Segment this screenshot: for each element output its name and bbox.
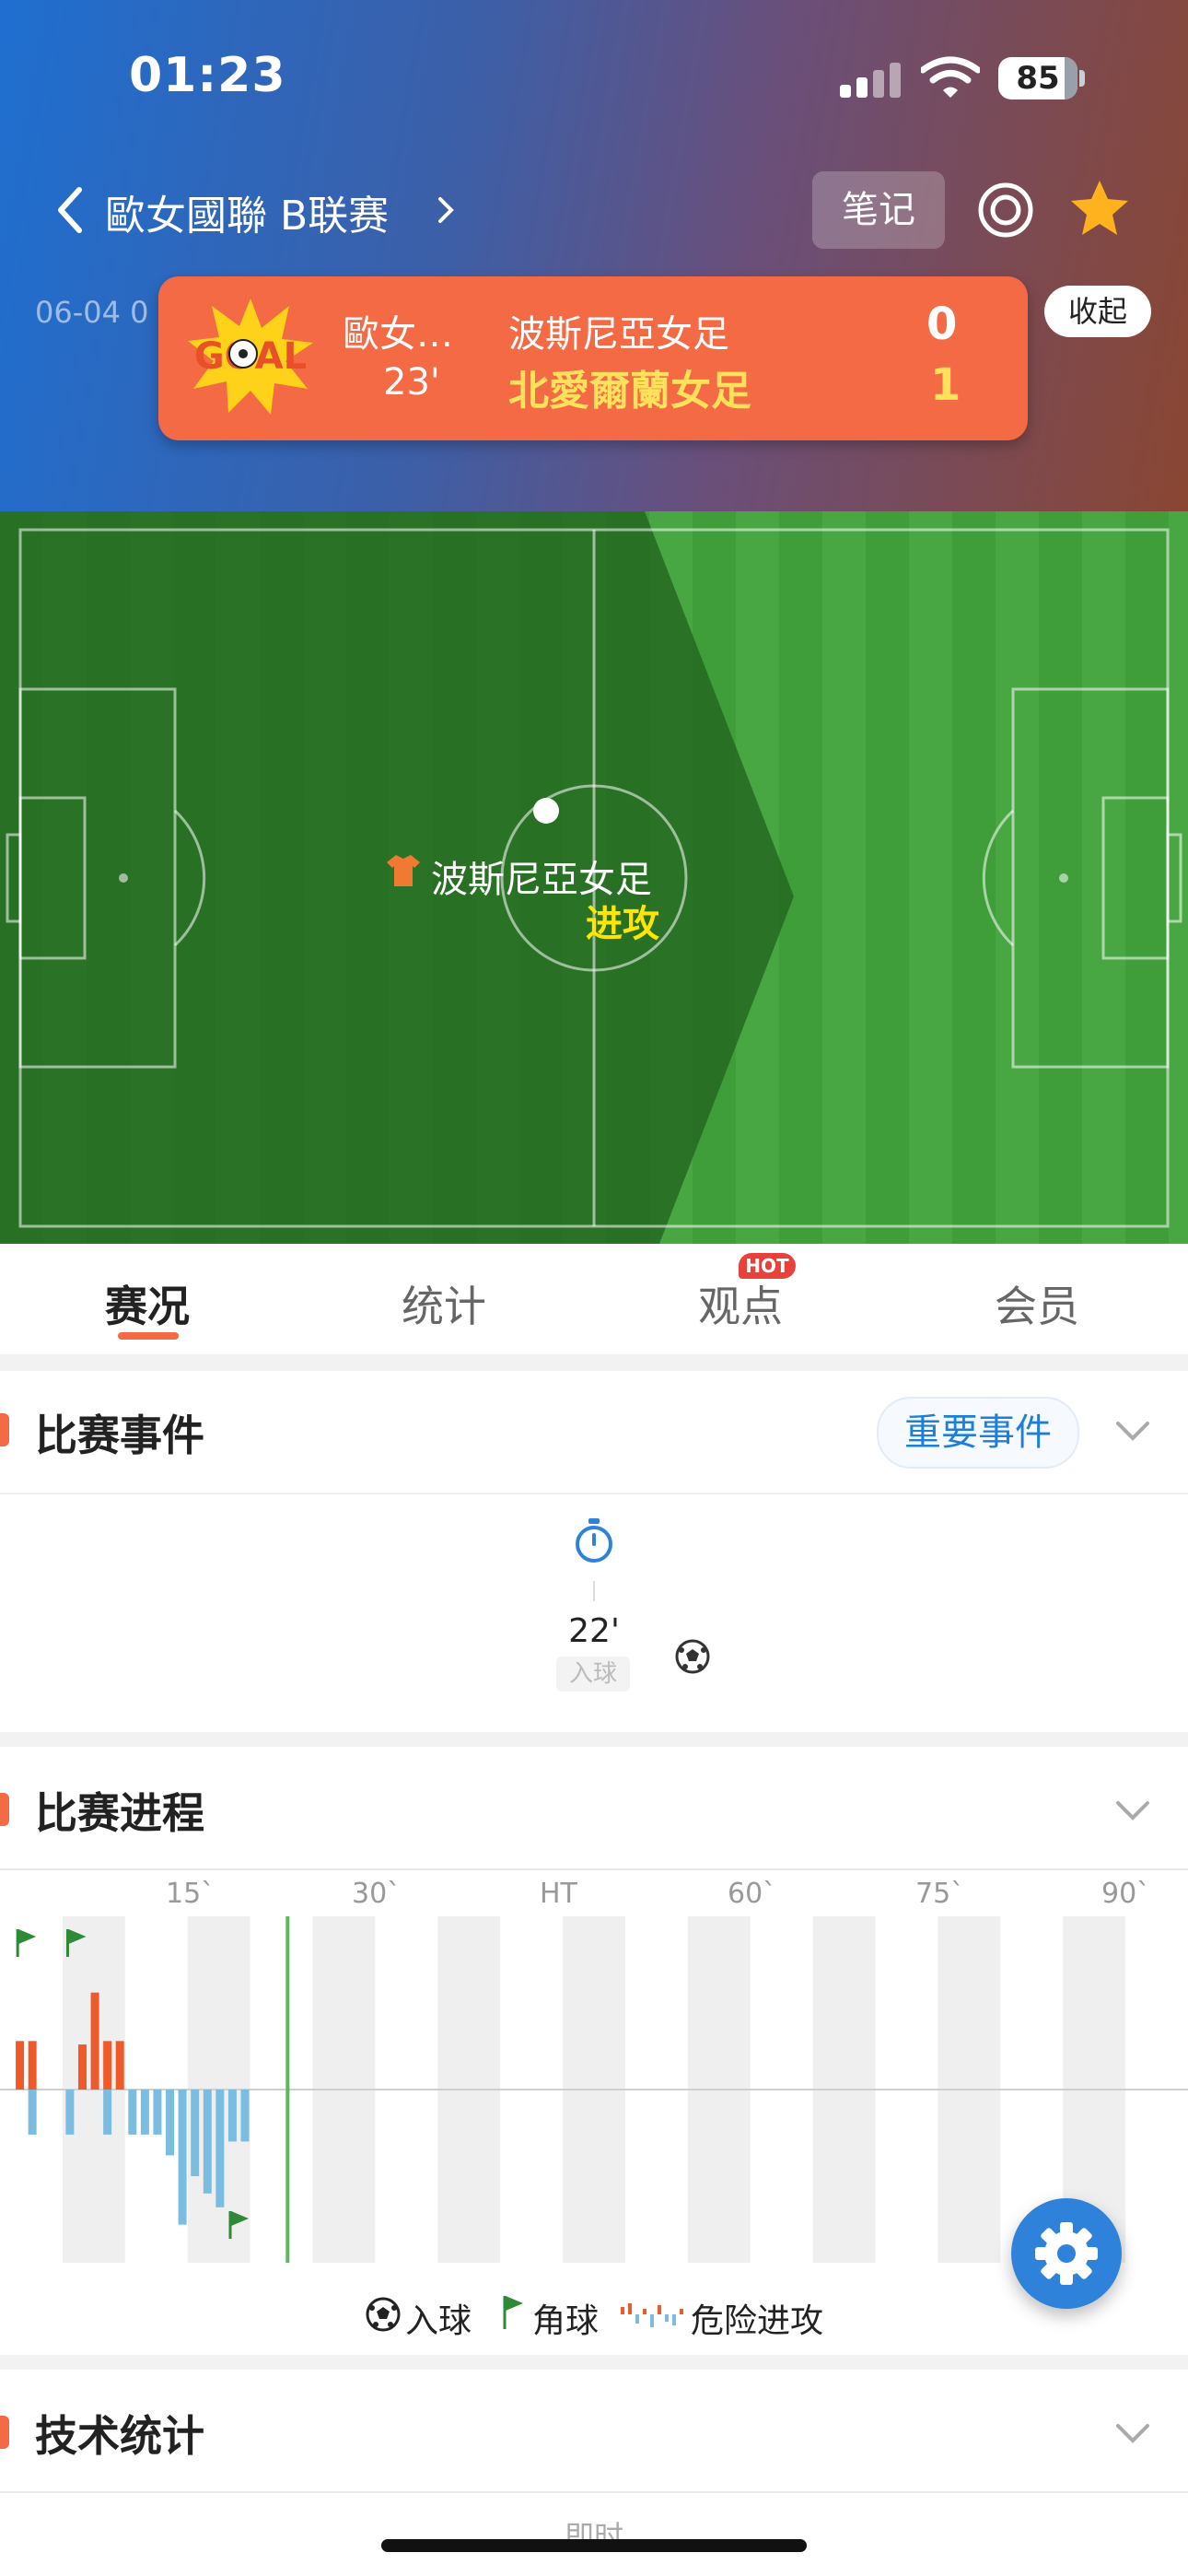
tick-label: 15`: [166, 1878, 215, 1910]
corner-flag-icon: [503, 2296, 523, 2329]
toast-away-team: 北愛爾蘭女足: [508, 368, 751, 415]
battery-indicator: 85: [998, 57, 1077, 100]
signal-icon: [840, 61, 903, 98]
notes-button[interactable]: 笔记: [812, 171, 945, 249]
target-icon[interactable]: [976, 181, 1035, 240]
tech-title: 技术统计: [35, 2411, 204, 2461]
goal-ball-icon: [675, 1639, 710, 1674]
battery-level: 85: [1016, 60, 1060, 97]
tab-active-indicator: [118, 1332, 179, 1340]
home-attack-bar: [28, 2041, 37, 2090]
match-momentum-chart: [0, 1916, 1188, 2263]
legend-danger: 危险进攻: [691, 2302, 824, 2340]
tab-stats[interactable]: 统计: [352, 1273, 536, 1334]
events-title: 比赛事件: [35, 1411, 204, 1460]
favorite-star-icon[interactable]: [1068, 177, 1131, 240]
settings-button[interactable]: [1011, 2198, 1122, 2309]
away-attack-bar: [191, 2090, 200, 2176]
divider: [0, 1868, 1188, 1870]
away-attack-bar: [240, 2090, 250, 2142]
chevron-down-icon[interactable]: [1114, 2421, 1151, 2445]
ball-marker: [533, 798, 559, 824]
away-attack-bar: [103, 2090, 112, 2135]
attack-status: 进攻: [586, 903, 659, 945]
goal-ball-icon: [366, 2297, 401, 2332]
chevron-right-icon[interactable]: [433, 192, 459, 228]
toast-home-team: 波斯尼亞女足: [508, 313, 729, 356]
events-section: 比赛事件 重要事件 22' 入球: [0, 1371, 1188, 1732]
important-events-toggle[interactable]: 重要事件: [877, 1397, 1079, 1469]
section-marker: [0, 1793, 9, 1826]
home-indicator: [381, 2539, 807, 2552]
status-time: 01:23: [129, 48, 286, 103]
away-attack-bar: [153, 2090, 162, 2135]
progress-section: 比赛进程 15` 30` HT 60` 75` 90` 入球 角球 危险进攻: [0, 1747, 1188, 2355]
tick-label: 30`: [352, 1878, 402, 1910]
legend-corner: 角球: [532, 2302, 600, 2340]
chevron-down-icon[interactable]: [1114, 1419, 1151, 1443]
away-attack-bar: [215, 2090, 225, 2207]
back-chevron-icon[interactable]: [52, 184, 88, 236]
home-corner-flag: [18, 1929, 37, 1944]
away-attack-bar: [203, 2090, 212, 2194]
goal-notification[interactable]: GOAL 歐女… 23' 波斯尼亞女足 北愛爾蘭女足 0 1: [158, 276, 1028, 440]
away-attack-bar: [227, 2090, 237, 2142]
stopwatch-icon: [576, 1518, 612, 1563]
away-attack-bar: [128, 2090, 137, 2135]
event-minute: 22': [568, 1612, 620, 1650]
home-attack-bar: [103, 2041, 112, 2090]
tab-opinions[interactable]: 观点: [648, 1273, 833, 1334]
tick-label: HT: [540, 1878, 577, 1910]
wifi-icon: [921, 56, 980, 98]
goal-burst-icon: GOAL: [188, 299, 313, 415]
toast-minute: 23': [383, 361, 440, 404]
match-header: 01:23 85 歐女國聯 B联赛 笔记 06-04 0 收起 GOAL 歐女…: [0, 0, 1188, 511]
progress-title: 比赛进程: [35, 1788, 204, 1838]
toast-away-score: 1: [930, 359, 961, 411]
event-type: 入球: [556, 1657, 630, 1692]
timeline-connector: [593, 1581, 595, 1601]
toast-league: 歐女…: [343, 313, 453, 356]
divider: [0, 2491, 1188, 2493]
chart-legend: 入球 角球 危险进攻: [0, 2292, 1188, 2340]
jersey-icon: [387, 855, 420, 886]
tick-label: 90`: [1101, 1878, 1151, 1910]
hot-badge: HOT: [739, 1253, 796, 1279]
away-attack-bar: [166, 2090, 175, 2156]
home-attack-bar: [16, 2041, 25, 2090]
match-date: 06-04 0: [35, 295, 149, 330]
tab-bar: 赛况 统计 观点 会员 HOT: [0, 1244, 1188, 1354]
gear-icon: [1035, 2222, 1098, 2285]
home-attack-bar: [77, 2044, 87, 2090]
tab-vip[interactable]: 会员: [945, 1273, 1129, 1334]
section-marker: [0, 1413, 9, 1446]
home-attack-bar: [115, 2041, 124, 2090]
home-attack-bar: [90, 1992, 99, 2090]
away-attack-bar: [178, 2090, 187, 2225]
toast-home-score: 0: [926, 299, 958, 350]
tick-label: 60`: [728, 1878, 777, 1910]
legend-goal: 入球: [405, 2302, 472, 2340]
divider: [0, 1493, 1188, 1494]
away-attack-bar: [140, 2090, 149, 2135]
collapse-button[interactable]: 收起: [1044, 286, 1151, 337]
league-name[interactable]: 歐女國聯 B联赛: [105, 182, 389, 241]
away-attack-bar: [65, 2090, 75, 2135]
tab-match[interactable]: 赛况: [55, 1273, 239, 1334]
danger-attack-icon: [621, 2303, 683, 2327]
away-attack-bar: [28, 2090, 37, 2135]
section-marker: [0, 2416, 9, 2449]
tick-label: 75`: [915, 1878, 965, 1910]
battery-tip: [1079, 70, 1085, 87]
chevron-down-icon[interactable]: [1114, 1798, 1151, 1822]
